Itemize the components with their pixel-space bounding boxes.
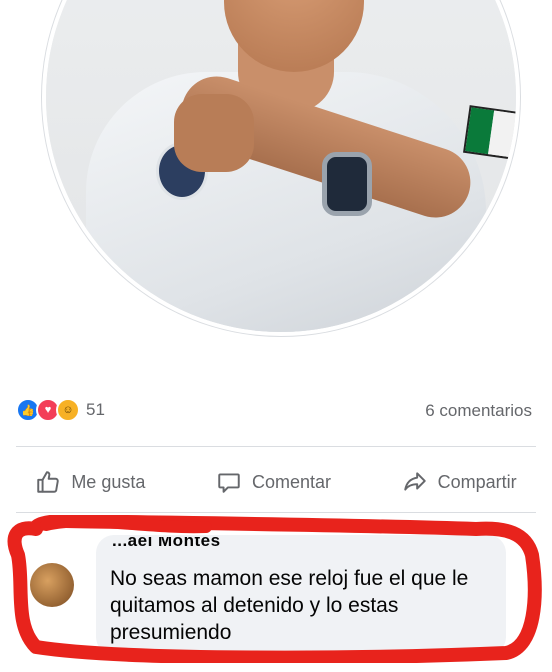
share-label: Compartir [437, 471, 517, 492]
post-action-bar: Me gusta Comentar Compartir [0, 462, 552, 502]
like-label: Me gusta [71, 471, 146, 492]
divider-bottom [16, 512, 536, 513]
divider-top [16, 446, 536, 447]
thumbs-up-icon [37, 471, 60, 493]
like-button[interactable]: Me gusta [35, 469, 145, 495]
fist [174, 94, 254, 172]
profile-photo-area [0, 0, 552, 372]
comments-count-link[interactable]: 6 comentarios [425, 401, 532, 421]
wristwatch [322, 152, 372, 216]
share-button[interactable]: Compartir [402, 469, 517, 495]
reaction-count: 51 [86, 400, 105, 419]
haha-reaction-icon: ☺ [56, 398, 80, 422]
share-arrow-icon [403, 472, 426, 491]
profile-photo[interactable] [42, 0, 520, 336]
comment: ...ael Montes No seas mamon ese reloj fu… [0, 515, 552, 672]
red-annotation-outline [7, 515, 542, 663]
comment-label: Comentar [251, 471, 332, 492]
comment-bubble-icon [218, 473, 240, 493]
comment-button[interactable]: Comentar [216, 469, 331, 495]
reactions-summary[interactable]: 👍 ♥ ☺ 51 [16, 398, 105, 422]
